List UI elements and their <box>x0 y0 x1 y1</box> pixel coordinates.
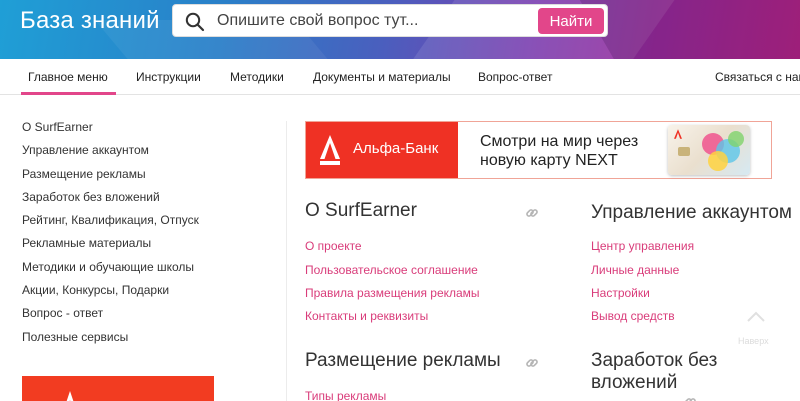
section-title-earning[interactable]: Заработок без вложений <box>591 350 751 394</box>
alfa-logo-icon <box>320 135 340 165</box>
sidebar-item-advertising[interactable]: Размещение рекламы <box>22 167 262 191</box>
sidebar: О SurfEarner Управление аккаунтом Размещ… <box>22 120 262 354</box>
ad-text: Смотри на мир через новую карту NEXT <box>480 133 639 169</box>
section-link[interactable]: Настройки <box>591 286 650 300</box>
section-link[interactable]: Пользовательское соглашение <box>305 263 478 277</box>
ad-brand-panel: Альфа-Банк <box>306 122 458 178</box>
section-link[interactable]: Личные данные <box>591 263 679 277</box>
sidebar-ad-banner[interactable] <box>22 376 214 401</box>
section-link[interactable]: О проекте <box>305 239 362 253</box>
alfa-logo-icon <box>674 129 682 139</box>
card-art <box>708 151 728 171</box>
card-art <box>728 131 744 147</box>
main-nav: Главное меню Инструкции Методики Докумен… <box>0 59 800 95</box>
link-icon[interactable] <box>683 395 697 401</box>
sidebar-item-schools[interactable]: Методики и обучающие школы <box>22 260 262 284</box>
section-title-account[interactable]: Управление аккаунтом <box>591 202 792 224</box>
sidebar-item-earning[interactable]: Заработок без вложений <box>22 190 262 214</box>
nav-item-instructions[interactable]: Инструкции <box>136 70 201 84</box>
chevron-up-icon[interactable] <box>745 309 767 325</box>
nav-item-main-menu[interactable]: Главное меню <box>21 70 116 95</box>
alfa-logo-icon <box>66 391 74 401</box>
nav-item-documents[interactable]: Документы и материалы <box>313 70 451 84</box>
sidebar-item-services[interactable]: Полезные сервисы <box>22 330 262 354</box>
card-chip <box>678 147 690 156</box>
credit-card-image <box>668 125 750 175</box>
nav-item-methods[interactable]: Методики <box>230 70 284 84</box>
sidebar-item-account[interactable]: Управление аккаунтом <box>22 144 262 167</box>
column-divider <box>286 121 287 401</box>
search-icon <box>185 12 205 32</box>
search-bar: Найти <box>172 4 608 37</box>
section-link[interactable]: Типы рекламы <box>305 389 386 401</box>
section-title-advertising[interactable]: Размещение рекламы <box>305 350 501 372</box>
section-link[interactable]: Вывод средств <box>591 309 675 323</box>
sidebar-item-materials[interactable]: Рекламные материалы <box>22 237 262 260</box>
search-input[interactable] <box>217 9 539 33</box>
section-link[interactable]: Контакты и реквизиты <box>305 309 428 323</box>
search-button[interactable]: Найти <box>538 8 604 34</box>
sidebar-item-qa[interactable]: Вопрос - ответ <box>22 307 262 330</box>
site-title[interactable]: База знаний <box>20 7 160 35</box>
scroll-top-label[interactable]: Наверх <box>738 336 769 346</box>
sidebar-item-promotions[interactable]: Акции, Конкурсы, Подарки <box>22 283 262 307</box>
section-link[interactable]: Центр управления <box>591 239 694 253</box>
sidebar-item-rating[interactable]: Рейтинг, Квалификация, Отпуск <box>22 214 262 237</box>
link-icon[interactable] <box>525 206 539 220</box>
ad-brand-name: Альфа-Банк <box>353 140 439 157</box>
section-link[interactable]: Правила размещения рекламы <box>305 286 480 300</box>
sidebar-item-about[interactable]: О SurfEarner <box>22 120 262 144</box>
section-title-about[interactable]: О SurfEarner <box>305 200 417 222</box>
header-bar: База знаний Найти <box>0 0 800 59</box>
nav-item-contact[interactable]: Связаться с нам <box>715 70 800 84</box>
ad-banner[interactable]: Альфа-Банк Смотри на мир через новую кар… <box>305 121 772 179</box>
nav-item-faq[interactable]: Вопрос-ответ <box>478 70 552 84</box>
link-icon[interactable] <box>525 356 539 370</box>
